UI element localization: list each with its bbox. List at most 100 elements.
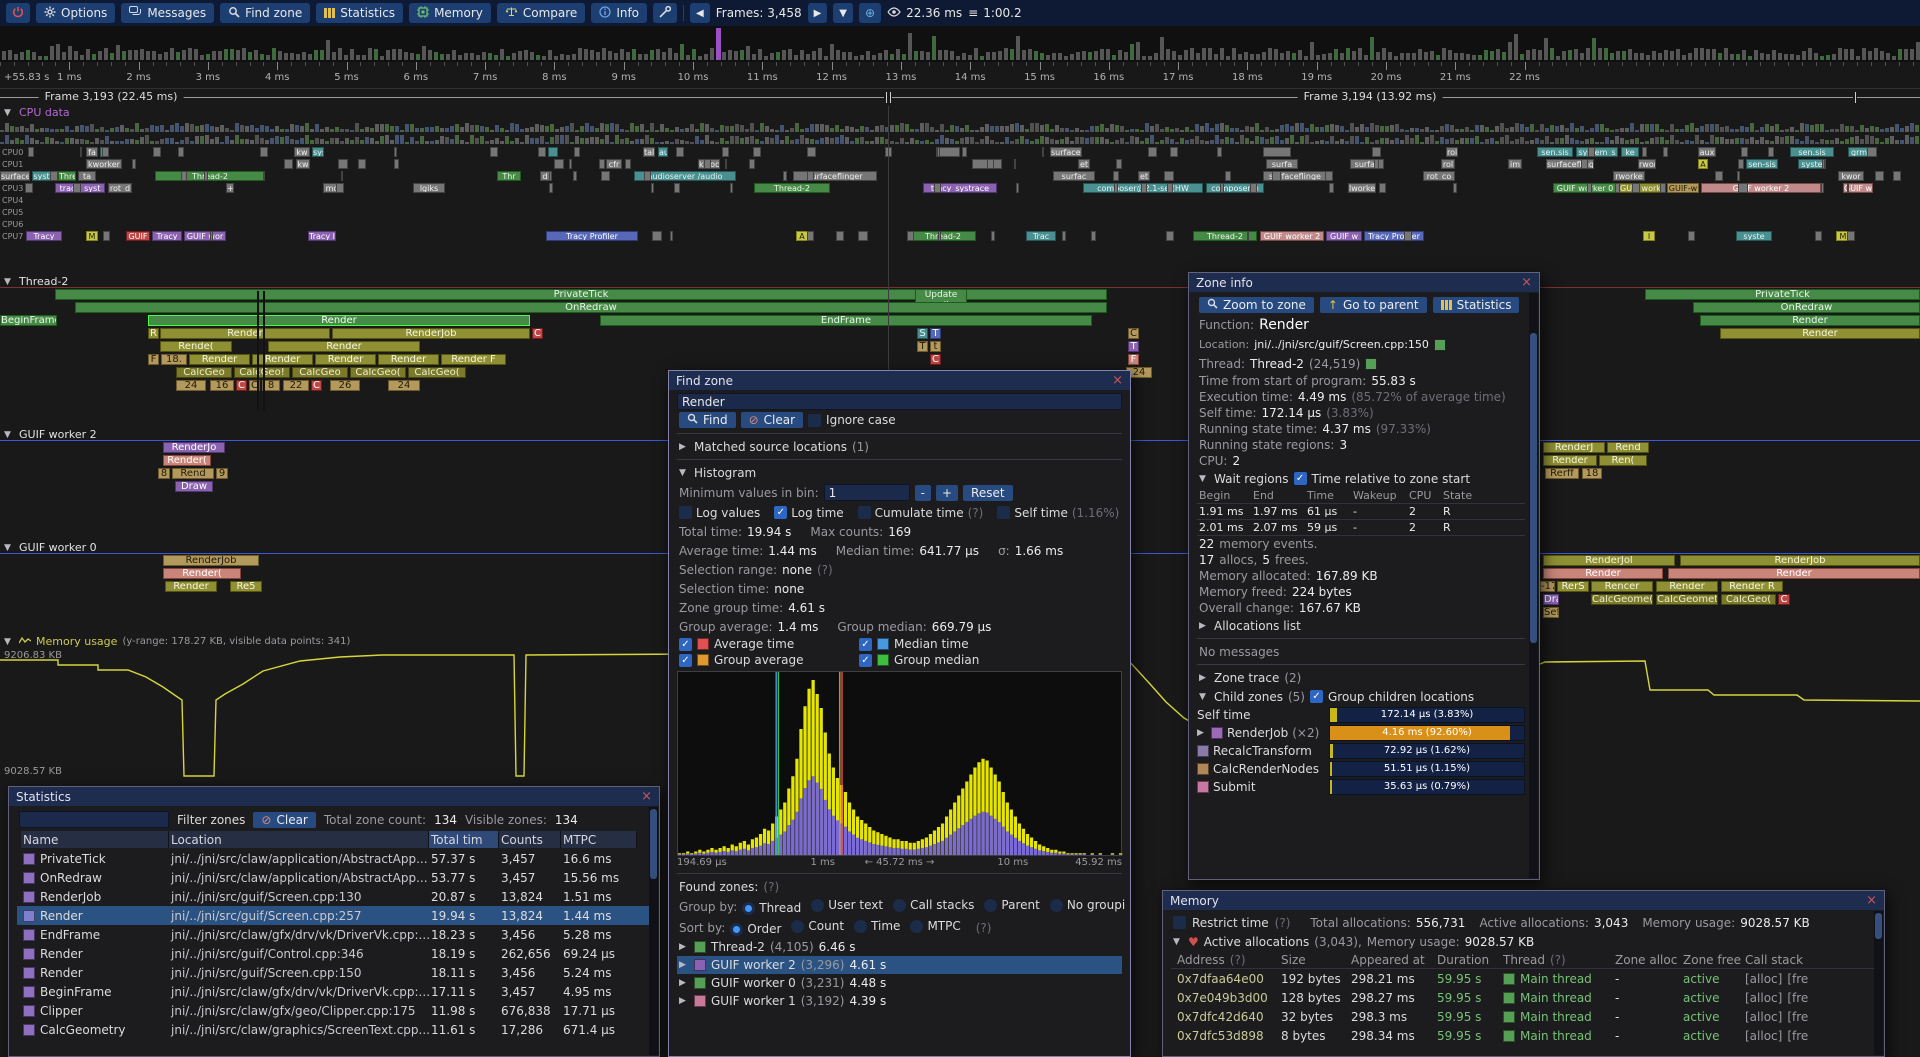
options-button[interactable]: Options — [36, 3, 115, 23]
allocations-table-header[interactable]: Address(?)SizeAppeared atDurationThread(… — [1171, 951, 1876, 969]
scrollbar[interactable] — [1874, 911, 1883, 1055]
child-zone-row[interactable]: ▶RenderJob(×2)4.16 ms (92.60%) — [1197, 724, 1525, 742]
call-stack-alloc[interactable]: [alloc] — [1745, 1010, 1782, 1024]
timeline-zone[interactable]: CalcGeomet — [1656, 594, 1718, 605]
timeline-zone[interactable]: sen-sis — [1746, 159, 1778, 169]
timeline-zone[interactable] — [1167, 183, 1173, 193]
timeline-zone[interactable]: cfr — [606, 159, 622, 169]
statistics-button[interactable]: Statistics — [316, 3, 403, 23]
decrease-bin-button[interactable]: - — [915, 485, 931, 501]
timeline-zone[interactable]: rot_d — [108, 183, 132, 193]
timeline-zone[interactable] — [858, 231, 868, 241]
checkbox[interactable] — [858, 506, 871, 519]
timeline-zone[interactable] — [263, 171, 266, 181]
checkbox[interactable] — [997, 506, 1010, 519]
group-children-checkbox[interactable]: ✓ — [1310, 690, 1323, 703]
checkbox[interactable]: ✓ — [774, 506, 787, 519]
memory-button[interactable]: Memory — [409, 3, 491, 23]
collapse-arrow-icon[interactable]: ▼ — [1199, 474, 1209, 484]
column-header-mtpc[interactable]: MTPC — [561, 831, 637, 848]
group-by-no-groupi[interactable]: No groupi — [1050, 898, 1125, 912]
child-zone-row[interactable]: CalcRenderNodes51.51 µs (1.15%) — [1197, 760, 1525, 778]
timeline-zone[interactable] — [1372, 147, 1381, 157]
frame-overview-strip[interactable] — [0, 26, 1920, 63]
zone-group-row[interactable]: ▶GUIF worker 0(3,231)4.48 s — [677, 974, 1122, 992]
zone-group-row[interactable]: ▶Thread-2(4,105)6.46 s — [677, 938, 1122, 956]
timeline-zone[interactable]: Rerff — [1545, 468, 1579, 479]
timeline-zone[interactable] — [674, 183, 680, 193]
timeline-zone[interactable] — [1737, 171, 1741, 181]
timeline-zone[interactable] — [625, 159, 630, 169]
timeline-zone[interactable] — [1091, 231, 1096, 241]
timeline-zone[interactable]: Thread-2 — [155, 171, 265, 181]
timeline-zone[interactable] — [1217, 147, 1222, 157]
column-header-zone-free[interactable]: Zone free — [1683, 953, 1745, 967]
timeline-zone[interactable]: rwork — [1638, 159, 1656, 169]
timeline-zone[interactable] — [284, 159, 293, 169]
timeline-zone[interactable] — [394, 147, 398, 157]
timeline-zone[interactable] — [132, 159, 137, 169]
timeline-zone[interactable] — [1822, 159, 1825, 169]
timeline-zone[interactable]: kwor — [1838, 171, 1864, 181]
table-row[interactable]: OnRedrawjni/../jni/src/claw/application/… — [17, 868, 651, 887]
table-row[interactable]: Clipperjni/../jni/src/claw/gfx/geo/Clipp… — [17, 1001, 651, 1020]
timeline-zone[interactable]: 8 — [158, 468, 170, 479]
column-header-zone-alloc[interactable]: Zone alloc — [1615, 953, 1683, 967]
timeline-zone[interactable]: RerS — [1557, 581, 1589, 592]
timeline-zone[interactable] — [704, 159, 711, 169]
collapse-arrow-icon[interactable]: ▼ — [4, 108, 14, 118]
frame-markers[interactable]: Frame 3,193 (22.45 ms) Frame 3,194 (13.9… — [0, 88, 1920, 106]
timeline-zone[interactable] — [987, 159, 994, 169]
timeline-zone[interactable] — [538, 147, 546, 157]
timeline-zone[interactable] — [599, 159, 605, 169]
timeline-zone[interactable]: Thread-2 — [754, 183, 830, 193]
timeline-zone[interactable] — [1768, 147, 1774, 157]
expand-arrow-icon[interactable]: ▶ — [1197, 728, 1207, 738]
ignore-case-checkbox[interactable] — [808, 414, 821, 427]
group-by-user-text[interactable]: User text — [811, 898, 883, 912]
frame-label[interactable]: Frame 3,194 (13.92 ms) — [1298, 90, 1443, 103]
filter-zones-input[interactable] — [19, 811, 169, 828]
timeline-zone[interactable] — [102, 147, 109, 157]
help-hint[interactable]: (?) — [976, 921, 992, 935]
timeline-zone[interactable]: Rend — [1607, 442, 1649, 453]
column-header-counts[interactable]: Counts — [499, 831, 561, 848]
timeline-zone[interactable]: Render — [165, 581, 217, 592]
timeline-zone[interactable] — [1272, 171, 1281, 181]
cpu-core-tracks[interactable]: CPU0fakwsystalausurfacefroisen.sissystem… — [0, 147, 1920, 245]
timeline-zone[interactable] — [1114, 183, 1117, 193]
timeline-zone[interactable]: Thr — [497, 171, 521, 181]
timeline-zone[interactable]: + — [226, 183, 234, 193]
call-stack-free[interactable]: [fre — [1787, 972, 1808, 986]
timeline-zone[interactable]: surfac — [1053, 171, 1095, 181]
timeline-zone[interactable] — [341, 171, 343, 181]
zone-group-row[interactable]: ▶GUIF worker 2(3,296)4.61 s — [677, 956, 1122, 974]
timeline-zone[interactable] — [1170, 147, 1178, 157]
timeline-zone[interactable]: RenderJob — [1680, 555, 1920, 566]
find-button[interactable]: Find — [679, 412, 736, 428]
timeline-zone[interactable]: surfacef — [1050, 147, 1082, 157]
timeline-zone[interactable] — [1329, 183, 1334, 193]
timeline-zone[interactable] — [725, 159, 727, 169]
call-stack-alloc[interactable]: [alloc] — [1745, 1029, 1782, 1043]
timeline-zone[interactable]: M — [86, 231, 98, 241]
timeline-zone[interactable] — [549, 183, 553, 193]
timeline-zone[interactable]: OnRedraw — [75, 302, 1107, 313]
timeline-zone[interactable]: CalcGeome( — [1591, 594, 1653, 605]
option-self-time[interactable]: Self time(1.16%) — [997, 506, 1119, 520]
column-header-total-tim[interactable]: Total tim — [429, 831, 499, 848]
timeline-zone[interactable] — [1374, 159, 1379, 169]
timeline-zone[interactable] — [937, 147, 940, 157]
timeline-zone[interactable]: Render — [1720, 328, 1920, 339]
timeline-zone[interactable]: 16 — [210, 380, 234, 391]
timeline-zone[interactable]: CalcGeo — [292, 367, 348, 378]
timeline-zone[interactable]: C — [1778, 594, 1790, 605]
timeline-zone[interactable] — [749, 159, 755, 169]
timeline-zone[interactable]: Render — [189, 354, 250, 365]
zoom-to-zone-button[interactable]: Zoom to zone — [1199, 297, 1314, 313]
timeline-zone[interactable]: 18 — [1582, 468, 1602, 479]
frame-dropdown-button[interactable]: ▼ — [833, 3, 853, 23]
sort-by-mtpc[interactable]: MTPC — [910, 919, 960, 933]
timeline-zone[interactable]: GUIF worker 2 — [1701, 183, 1821, 193]
timeline-zone[interactable] — [554, 159, 564, 169]
